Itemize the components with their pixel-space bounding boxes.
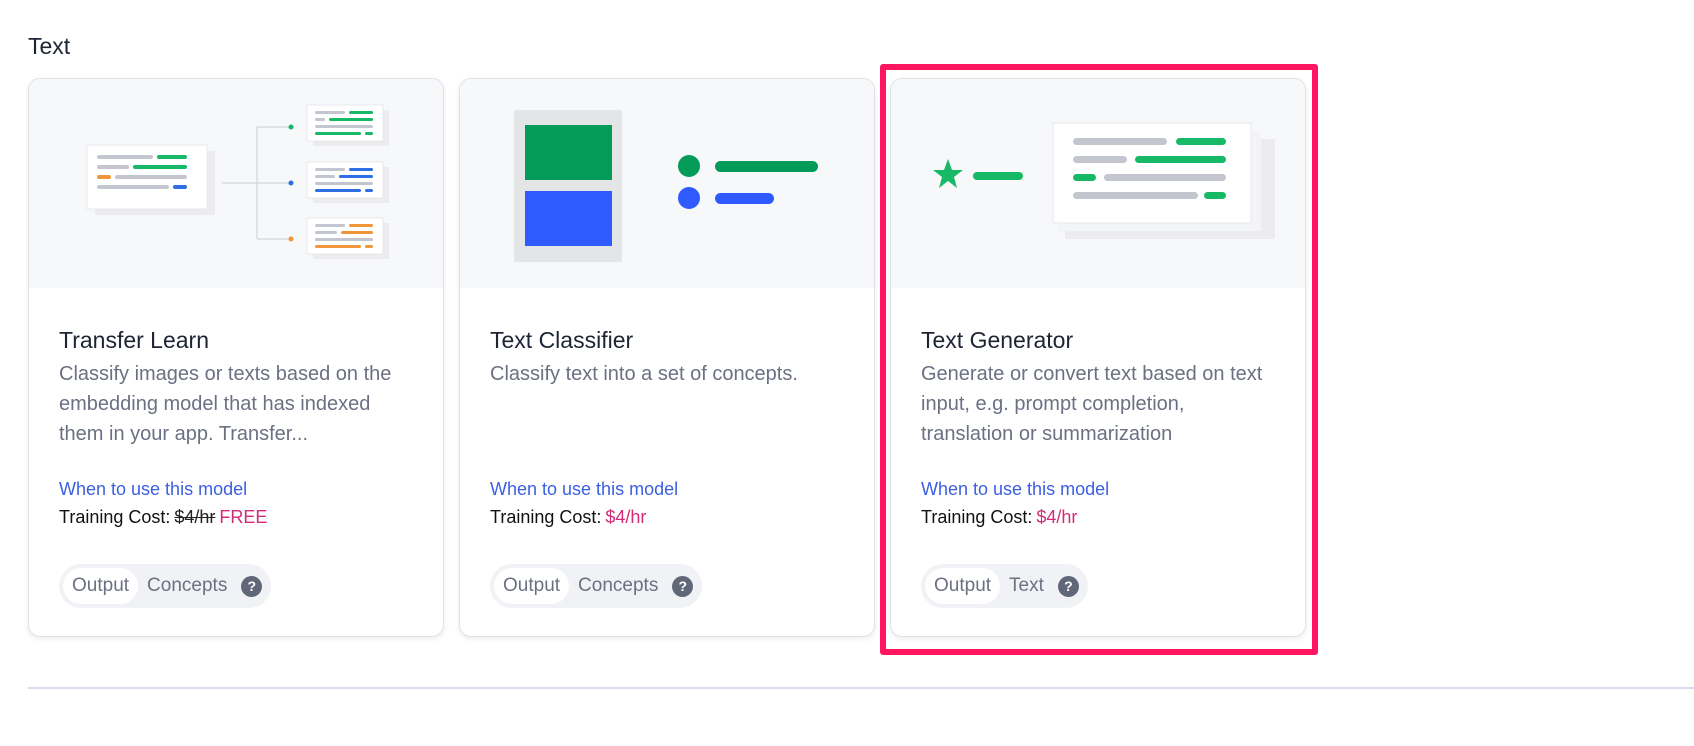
- price: $4/hr: [605, 507, 647, 527]
- when-to-use-link[interactable]: When to use this model: [59, 479, 247, 500]
- card-description: Classify images or texts based on the em…: [59, 363, 392, 445]
- training-cost-label: Training Cost:: [921, 507, 1033, 527]
- output-value: Text: [1009, 575, 1044, 596]
- help-icon[interactable]: ?: [1057, 575, 1079, 597]
- help-icon[interactable]: ?: [672, 575, 694, 597]
- output-label: Output: [63, 568, 139, 604]
- star-icon: [933, 159, 963, 188]
- model-card-transfer-learn[interactable]: Transfer Learn Classify images or texts …: [28, 78, 444, 637]
- card-description: Generate or convert text based on text i…: [921, 363, 1263, 445]
- card-title: Text Classifier: [490, 327, 634, 353]
- output-pill: Output Text ?: [921, 564, 1088, 608]
- output-pill: Output Concepts ?: [490, 564, 703, 608]
- section-title: Text: [28, 33, 71, 59]
- price: FREE: [219, 507, 268, 527]
- card-title: Transfer Learn: [59, 327, 209, 353]
- training-cost-label: Training Cost:: [59, 507, 171, 527]
- card-description: Classify text into a set of concepts.: [490, 363, 798, 385]
- output-value: Concepts: [147, 575, 228, 596]
- training-cost: Training Cost: $4/hr FREE: [59, 507, 267, 528]
- training-cost: Training Cost: $4/hr: [921, 507, 1077, 528]
- old-price: $4/hr: [174, 507, 216, 527]
- output-label: Output: [925, 568, 1001, 604]
- training-cost: Training Cost: $4/hr: [490, 507, 646, 528]
- section-divider: [28, 687, 1694, 689]
- transfer-learn-illustration: [29, 79, 443, 288]
- output-label: Output: [494, 568, 570, 604]
- model-card-text-classifier[interactable]: Text Classifier Classify text into a set…: [459, 78, 875, 637]
- price: $4/hr: [1036, 507, 1078, 527]
- training-cost-label: Training Cost:: [490, 507, 602, 527]
- help-icon[interactable]: ?: [241, 575, 263, 597]
- when-to-use-link[interactable]: When to use this model: [921, 479, 1109, 500]
- output-value: Concepts: [578, 575, 659, 596]
- output-pill: Output Concepts ?: [59, 564, 272, 608]
- when-to-use-link[interactable]: When to use this model: [490, 479, 678, 500]
- text-generator-illustration: [891, 79, 1305, 288]
- text-classifier-illustration: [460, 79, 874, 288]
- model-card-text-generator[interactable]: Text Generator Generate or convert text …: [890, 78, 1306, 637]
- card-title: Text Generator: [921, 327, 1074, 353]
